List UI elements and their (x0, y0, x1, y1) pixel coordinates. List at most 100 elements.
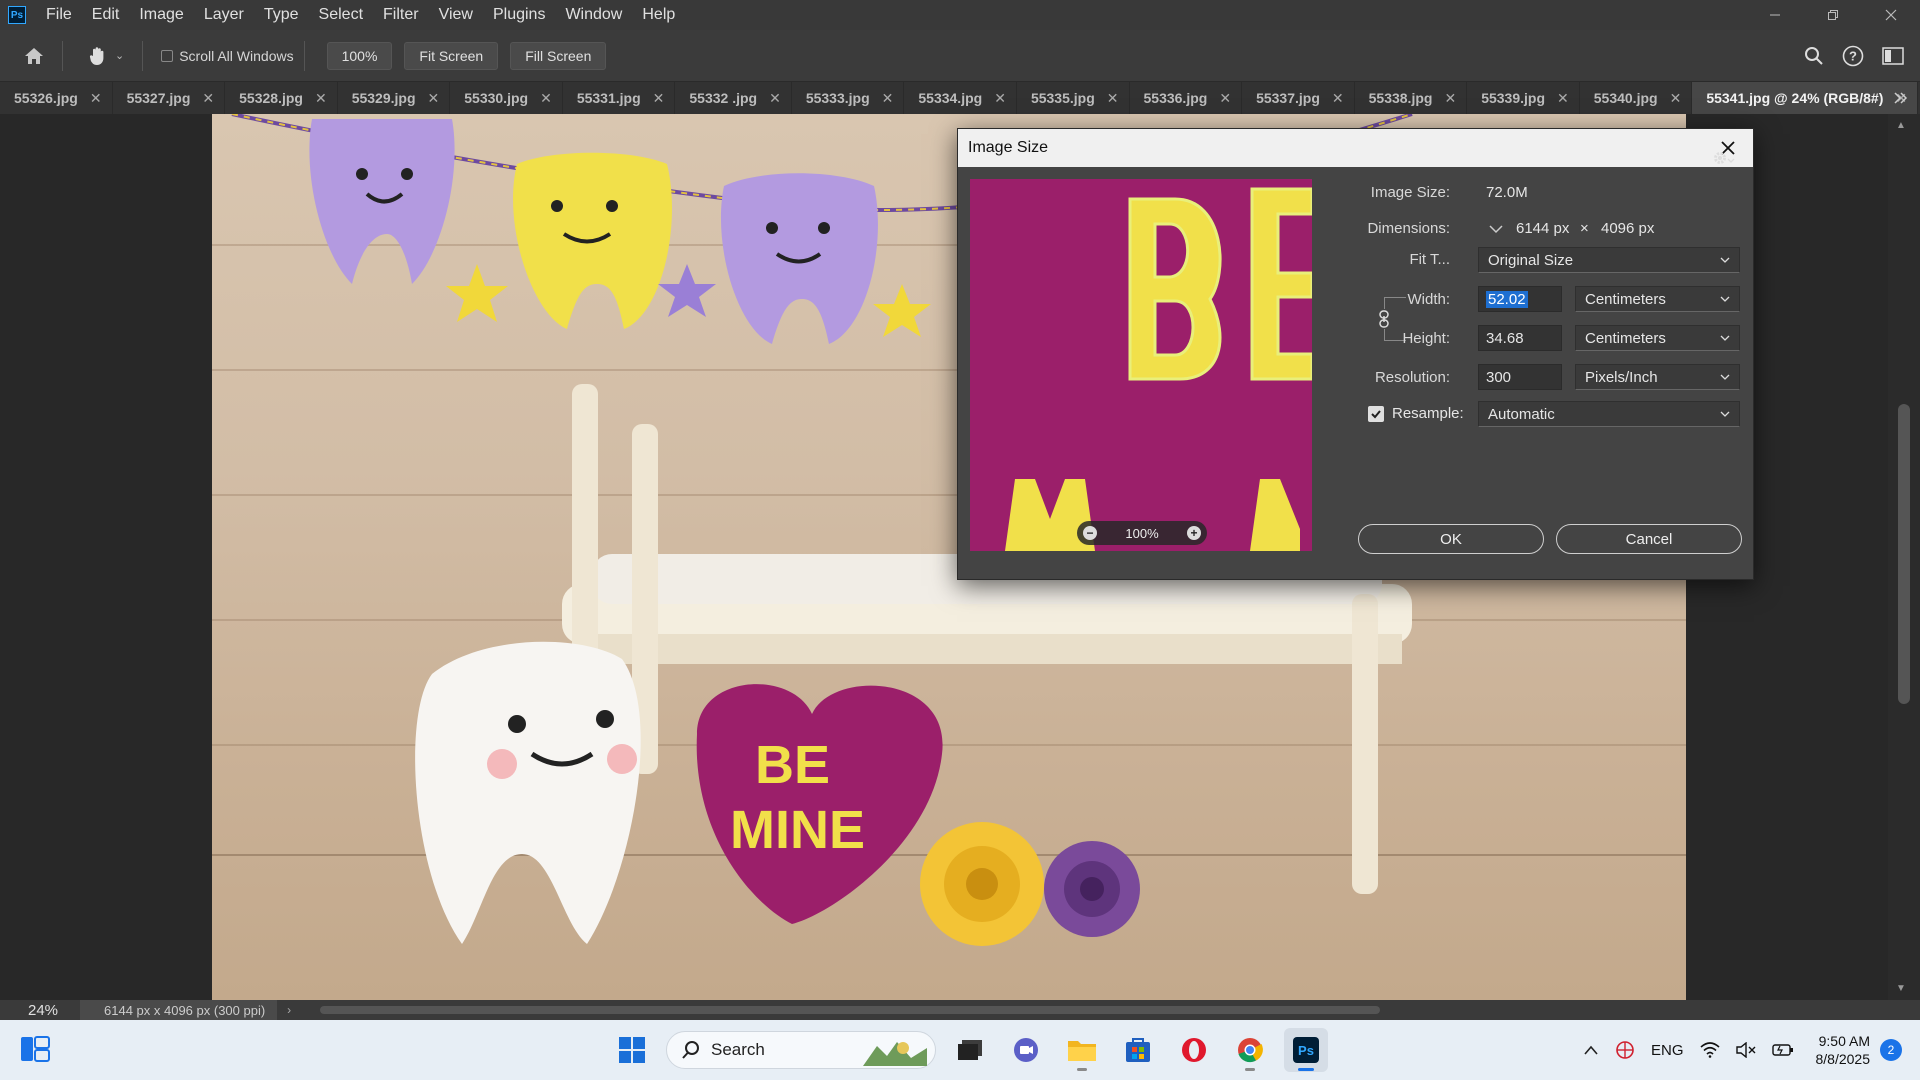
ok-button[interactable]: OK (1358, 524, 1544, 554)
width-unit-dropdown[interactable]: Centimeters (1575, 286, 1740, 312)
close-window-button[interactable] (1862, 0, 1920, 30)
zoom-100-button[interactable]: 100% (326, 41, 393, 70)
tab-overflow-button[interactable] (1894, 82, 1908, 114)
menu-edit[interactable]: Edit (82, 0, 130, 30)
gear-icon[interactable] (1713, 151, 1735, 165)
search-icon[interactable] (1804, 46, 1824, 66)
scroll-thumb[interactable] (1898, 404, 1910, 704)
resample-checkbox[interactable] (1368, 406, 1384, 422)
widgets-icon[interactable] (20, 1036, 50, 1062)
restore-button[interactable] (1804, 0, 1862, 30)
opera-button[interactable] (1172, 1028, 1216, 1072)
home-button[interactable] (16, 38, 52, 74)
tab-55331[interactable]: 55331.jpg ✕ (563, 82, 676, 114)
zoom-in-icon[interactable]: + (1187, 526, 1201, 540)
menu-layer[interactable]: Layer (194, 0, 254, 30)
battery-button[interactable] (1771, 1043, 1794, 1057)
tab-55328[interactable]: 55328.jpg ✕ (225, 82, 338, 114)
image-preview[interactable]: − 100% + (970, 179, 1312, 551)
close-tab-icon[interactable]: ✕ (202, 90, 214, 107)
close-tab-icon[interactable]: ✕ (540, 90, 552, 107)
network-button[interactable] (1699, 1042, 1720, 1058)
tab-55335[interactable]: 55335.jpg ✕ (1017, 82, 1130, 114)
dialog-title-bar[interactable]: Image Size (958, 129, 1753, 167)
vertical-scrollbar[interactable]: ▲ ▼ (1888, 114, 1920, 1000)
tab-55332[interactable]: 55332 .jpg ✕ (675, 82, 792, 114)
height-unit-dropdown[interactable]: Centimeters (1575, 325, 1740, 351)
tab-55337[interactable]: 55337.jpg ✕ (1242, 82, 1355, 114)
document-info[interactable]: 6144 px x 4096 px (300 ppi) (80, 1000, 278, 1020)
close-tab-icon[interactable]: ✕ (882, 90, 894, 107)
menu-type[interactable]: Type (254, 0, 309, 30)
fill-screen-button[interactable]: Fill Screen (510, 41, 607, 70)
horizontal-scrollbar[interactable] (320, 1006, 1380, 1014)
zoom-level[interactable]: 24% (0, 1002, 80, 1019)
fit-to-dropdown[interactable]: Original Size (1478, 247, 1740, 273)
close-tab-icon[interactable]: ✕ (769, 90, 781, 107)
tab-55340[interactable]: 55340.jpg ✕ (1580, 82, 1693, 114)
vpn-tray-button[interactable] (1615, 1040, 1635, 1060)
menu-filter[interactable]: Filter (373, 0, 429, 30)
clock[interactable]: 9:50 AM 8/8/2025 (1816, 1032, 1871, 1068)
close-tab-icon[interactable]: ✕ (653, 90, 665, 107)
resolution-unit-dropdown[interactable]: Pixels/Inch (1575, 364, 1740, 390)
photoshop-taskbar-button[interactable]: Ps (1284, 1028, 1328, 1072)
workspace-icon[interactable] (1882, 47, 1904, 65)
hand-tool-button[interactable] (83, 41, 113, 71)
menu-image[interactable]: Image (129, 0, 193, 30)
close-tab-icon[interactable]: ✕ (1444, 90, 1456, 107)
constrain-proportions-button[interactable] (1376, 309, 1392, 329)
scroll-all-windows-checkbox[interactable]: Scroll All Windows (161, 48, 294, 64)
meet-app-button[interactable] (1004, 1028, 1048, 1072)
file-explorer-button[interactable] (1060, 1028, 1104, 1072)
show-hidden-icons-button[interactable] (1583, 1044, 1599, 1056)
help-icon[interactable]: ? (1842, 45, 1864, 67)
tab-55329[interactable]: 55329.jpg ✕ (338, 82, 451, 114)
close-tab-icon[interactable]: ✕ (315, 90, 327, 107)
tab-55330[interactable]: 55330.jpg ✕ (450, 82, 563, 114)
store-button[interactable] (1116, 1028, 1160, 1072)
dimensions-chevron-icon[interactable] (1488, 222, 1504, 236)
status-menu-chevron-icon[interactable]: › (287, 1003, 291, 1017)
close-tab-icon[interactable]: ✕ (1332, 90, 1344, 107)
close-tab-icon[interactable]: ✕ (994, 90, 1006, 107)
chrome-button[interactable] (1228, 1028, 1272, 1072)
tab-55336[interactable]: 55336.jpg ✕ (1130, 82, 1243, 114)
start-button[interactable] (610, 1028, 654, 1072)
scroll-down-arrow-icon[interactable]: ▼ (1896, 983, 1906, 994)
tool-preset-chevron-icon[interactable]: ⌄ (115, 49, 124, 62)
cancel-button[interactable]: Cancel (1556, 524, 1742, 554)
width-input[interactable]: 52.02 (1478, 286, 1562, 312)
zoom-out-icon[interactable]: − (1083, 526, 1097, 540)
tab-55338[interactable]: 55338.jpg ✕ (1355, 82, 1468, 114)
menu-window[interactable]: Window (555, 0, 632, 30)
menu-plugins[interactable]: Plugins (483, 0, 555, 30)
close-tab-icon[interactable]: ✕ (1219, 90, 1231, 107)
tab-55327[interactable]: 55327.jpg ✕ (113, 82, 226, 114)
taskbar-search[interactable]: Search (666, 1031, 936, 1069)
tab-55326[interactable]: 55326.jpg ✕ (0, 82, 113, 114)
tab-55333[interactable]: 55333.jpg ✕ (792, 82, 905, 114)
language-indicator[interactable]: ENG (1651, 1042, 1684, 1059)
close-tab-icon[interactable]: ✕ (1107, 90, 1119, 107)
minimize-button[interactable] (1746, 0, 1804, 30)
scroll-up-arrow-icon[interactable]: ▲ (1896, 120, 1906, 131)
notification-badge[interactable]: 2 (1880, 1039, 1902, 1061)
tab-55341-active[interactable]: 55341.jpg @ 24% (RGB/8#) ✕ (1692, 82, 1919, 114)
menu-help[interactable]: Help (632, 0, 685, 30)
menu-file[interactable]: File (36, 0, 82, 30)
fit-screen-button[interactable]: Fit Screen (404, 41, 499, 70)
close-tab-icon[interactable]: ✕ (1557, 90, 1569, 107)
close-tab-icon[interactable]: ✕ (1670, 90, 1682, 107)
task-view-button[interactable] (948, 1028, 992, 1072)
height-input[interactable]: 34.68 (1478, 325, 1562, 351)
tab-55339[interactable]: 55339.jpg ✕ (1467, 82, 1580, 114)
resample-method-dropdown[interactable]: Automatic (1478, 401, 1740, 427)
close-tab-icon[interactable]: ✕ (428, 90, 440, 107)
close-tab-icon[interactable]: ✕ (90, 90, 102, 107)
menu-select[interactable]: Select (309, 0, 373, 30)
resolution-input[interactable]: 300 (1478, 364, 1562, 390)
menu-view[interactable]: View (429, 0, 483, 30)
volume-button[interactable] (1735, 1042, 1756, 1058)
tab-55334[interactable]: 55334.jpg ✕ (904, 82, 1017, 114)
